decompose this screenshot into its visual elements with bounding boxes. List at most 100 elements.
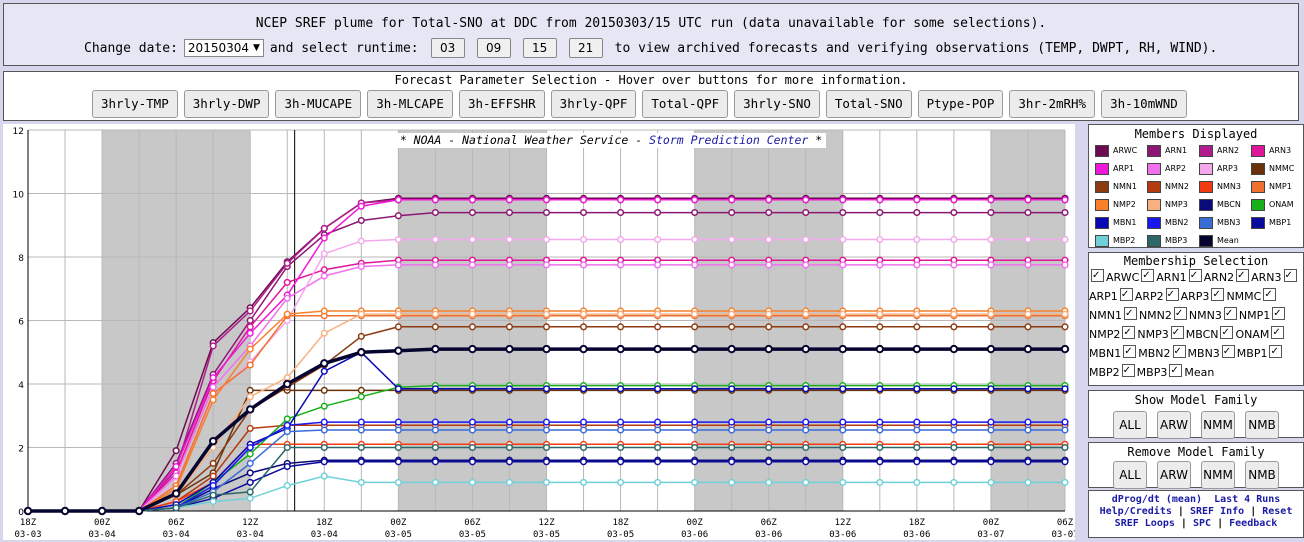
series-point-arp1	[394, 196, 402, 204]
checkbox-icon[interactable]	[1169, 361, 1183, 380]
series-point-nmp3	[579, 310, 588, 318]
series-point-mbp3	[505, 443, 514, 452]
series-point-mbn1	[987, 385, 995, 393]
show-all-button[interactable]: ALL	[1113, 411, 1147, 439]
series-point-mean	[764, 344, 773, 354]
membership-label: ARP1	[1089, 290, 1118, 303]
series-point-mbn2	[765, 418, 773, 426]
series-point-mbn2	[283, 421, 291, 429]
reset-link[interactable]: Reset	[1262, 506, 1292, 517]
date-select[interactable]: 20150304 ▼	[183, 39, 264, 57]
series-point-arn1	[394, 212, 402, 220]
last-4-runs-link[interactable]: Last 4 Runs	[1214, 494, 1280, 505]
members-displayed-title: Members Displayed	[1134, 127, 1258, 141]
runtime-button-03[interactable]: 03	[430, 38, 465, 58]
param-button-3hrly-tmp[interactable]: 3hrly-TMP	[92, 90, 178, 118]
sref-info-link[interactable]: SREF Info	[1190, 506, 1244, 517]
series-point-arp2	[505, 261, 514, 269]
plume-chart-svg: 0 2 4 6 8 10 12 18Z 03-03 00Z 03-04 06Z 03-04 12Z 03-0…	[13, 127, 1075, 540]
spc-link[interactable]: SPC	[1193, 518, 1211, 529]
x-tick-hour-label: 00Z	[94, 518, 111, 528]
series-point-nmp3	[876, 310, 884, 318]
remove-nmm-button[interactable]: NMM	[1201, 461, 1235, 489]
series-point-mbn3	[357, 426, 365, 434]
checkbox-icon[interactable]	[1269, 342, 1283, 361]
series-point-mean	[653, 344, 662, 354]
checkbox-icon[interactable]	[1173, 304, 1187, 323]
checkbox-icon[interactable]	[1123, 342, 1137, 361]
show-nmm-button[interactable]: NMM	[1201, 411, 1235, 439]
checkbox-icon[interactable]	[1123, 304, 1137, 323]
param-button-3hrly-sno[interactable]: 3hrly-SNO	[734, 90, 820, 118]
checkbox-icon[interactable]	[1220, 323, 1234, 342]
chevron-down-icon: ▼	[253, 43, 260, 53]
membership-label: MBP2	[1089, 366, 1120, 379]
series-point-mbn2	[654, 418, 662, 426]
checkbox-icon[interactable]	[1263, 285, 1277, 304]
checkbox-icon[interactable]	[1223, 304, 1237, 323]
param-button-3h-10mwnd[interactable]: 3h-10mWND	[1101, 90, 1187, 118]
spc-credit-link[interactable]: Storm Prediction Center	[649, 133, 808, 147]
runtime-button-21[interactable]: 21	[568, 38, 603, 58]
series-point-arn1	[913, 209, 921, 217]
param-button-3hrly-dwp[interactable]: 3hrly-DWP	[183, 90, 270, 118]
series-point-nmp3	[765, 310, 773, 318]
checkbox-icon[interactable]	[1091, 266, 1104, 285]
dprog-dt-link[interactable]: dProg/dt (mean)	[1112, 494, 1202, 505]
membership-label: Mean	[1184, 366, 1215, 379]
remove-all-button[interactable]: ALL	[1113, 461, 1147, 489]
checkbox-icon[interactable]	[1271, 323, 1285, 342]
runtime-button-09[interactable]: 09	[476, 38, 511, 58]
param-button-3h-effshr[interactable]: 3h-EFFSHR	[458, 90, 545, 118]
series-point-nmp3	[431, 310, 439, 318]
member-legend-label: MBN2	[1165, 218, 1189, 227]
series-point-mbp2	[1024, 478, 1032, 486]
series-point-mbp1	[987, 458, 995, 466]
series-point-nmp2	[283, 310, 291, 318]
help-credits-link[interactable]: Help/Credits	[1100, 506, 1172, 517]
x-tick-hour-label: 12Z	[538, 518, 555, 528]
series-point-arn3	[246, 323, 254, 331]
series-point-arp2	[357, 262, 365, 271]
series-point-arp2	[209, 383, 217, 391]
checkbox-icon[interactable]	[1283, 266, 1297, 285]
remove-arw-button[interactable]: ARW	[1157, 461, 1191, 489]
checkbox-icon[interactable]	[1172, 342, 1186, 361]
membership-label: NMMC	[1226, 290, 1262, 303]
member-color-swatch	[1095, 216, 1109, 229]
checkbox-icon[interactable]	[1272, 304, 1286, 323]
series-point-mbp3	[246, 488, 254, 496]
checkbox-icon[interactable]	[1141, 266, 1155, 285]
show-nmb-button[interactable]: NMB	[1245, 411, 1279, 439]
checkbox-icon[interactable]	[1119, 285, 1133, 304]
series-point-nmn1	[505, 323, 514, 331]
membership-selection-panel: Membership Selection ARWCARN1ARN2ARN3ARP…	[1088, 252, 1304, 386]
param-button-total-qpf[interactable]: Total-QPF	[642, 90, 729, 118]
remove-nmb-button[interactable]: NMB	[1245, 461, 1279, 489]
param-button-total-sno[interactable]: Total-SNO	[825, 90, 912, 118]
checkbox-icon[interactable]	[1122, 323, 1136, 342]
show-arw-button[interactable]: ARW	[1157, 411, 1191, 439]
runtime-button-15[interactable]: 15	[522, 38, 557, 58]
series-point-arp3	[357, 237, 365, 245]
param-button-3h-mlcape[interactable]: 3h-MLCAPE	[367, 90, 453, 118]
y-tick-label: 6	[18, 318, 24, 328]
series-point-mbn1	[950, 385, 958, 393]
checkbox-icon[interactable]	[1221, 342, 1235, 361]
x-tick-date-label: 03-07	[977, 530, 1004, 540]
series-point-mean	[23, 506, 33, 516]
param-button-3hr-2mrh[interactable]: 3hr-2mRH%	[1009, 90, 1096, 118]
checkbox-icon[interactable]	[1211, 285, 1225, 304]
feedback-link[interactable]: Feedback	[1229, 518, 1277, 529]
param-button-3h-mucape[interactable]: 3h-MUCAPE	[275, 90, 362, 118]
param-button-ptype-pop[interactable]: Ptype-POP	[917, 90, 1004, 118]
x-tick-hour-label: 12Z	[242, 518, 259, 528]
sref-loops-link[interactable]: SREF Loops	[1115, 518, 1175, 529]
checkbox-icon[interactable]	[1236, 266, 1250, 285]
checkbox-icon[interactable]	[1188, 266, 1202, 285]
series-point-arn1	[505, 209, 514, 217]
checkbox-icon[interactable]	[1121, 361, 1135, 380]
checkbox-icon[interactable]	[1165, 285, 1179, 304]
param-button-3hrly-qpf[interactable]: 3hrly-QPF	[550, 90, 637, 118]
checkbox-icon[interactable]	[1170, 323, 1184, 342]
